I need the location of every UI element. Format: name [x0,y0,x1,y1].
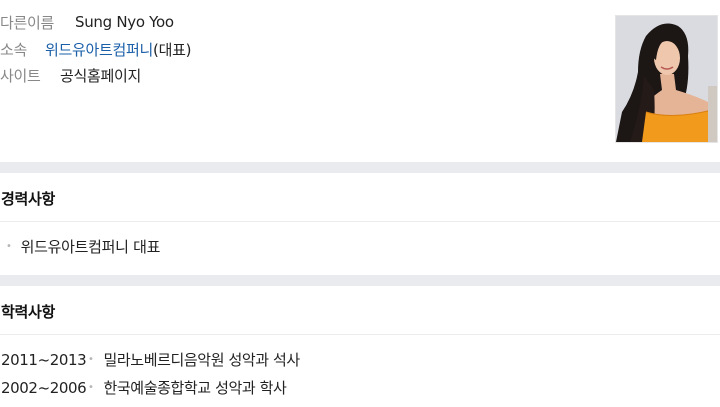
career-section-title: 경력사항 [1,190,56,208]
alias-value: Sung Nyo Yoo [75,13,174,31]
alias-label: 다른이름 [0,13,55,32]
affiliation-label: 소속 [0,40,28,59]
education-years: 2002~2006 [1,378,87,397]
divider [0,334,720,335]
profile-photo[interactable] [615,15,718,143]
career-item-text: 위드유아트컴퍼니 대표 [20,238,161,256]
education-item: 2011~2013 • 밀라노베르디음악원 성악과 석사 [1,349,300,370]
official-site-link[interactable]: 공식홈페이지 [60,65,141,86]
bullet-dot: • [88,354,94,365]
site-row: 사이트 공식홈페이지 [0,64,141,86]
affiliation-row: 소속 위드유아트컴퍼니(대표) [0,38,191,60]
education-text: 밀라노베르디음악원 성악과 석사 [103,351,301,369]
affiliation-suffix: (대표) [153,40,192,59]
bullet-dot: • [6,241,12,252]
divider [0,221,720,222]
section-separator [0,275,720,286]
alias-row: 다른이름 Sung Nyo Yoo [0,11,174,33]
career-item: • 위드유아트컴퍼니 대표 [6,236,160,257]
profile-photo-image [616,16,717,142]
education-text: 한국예술종합학교 성악과 학사 [103,379,287,397]
bullet-dot: • [88,382,94,393]
affiliation-link[interactable]: 위드유아트컴퍼니 [45,41,153,59]
education-item: 2002~2006 • 한국예술종합학교 성악과 학사 [1,377,287,398]
education-years: 2011~2013 [1,350,87,369]
site-label: 사이트 [0,66,41,85]
education-section-title: 학력사항 [1,303,56,321]
section-separator [0,162,720,173]
profile-info: 다른이름 Sung Nyo Yoo 소속 위드유아트컴퍼니(대표) 사이트 공식… [0,0,720,162]
